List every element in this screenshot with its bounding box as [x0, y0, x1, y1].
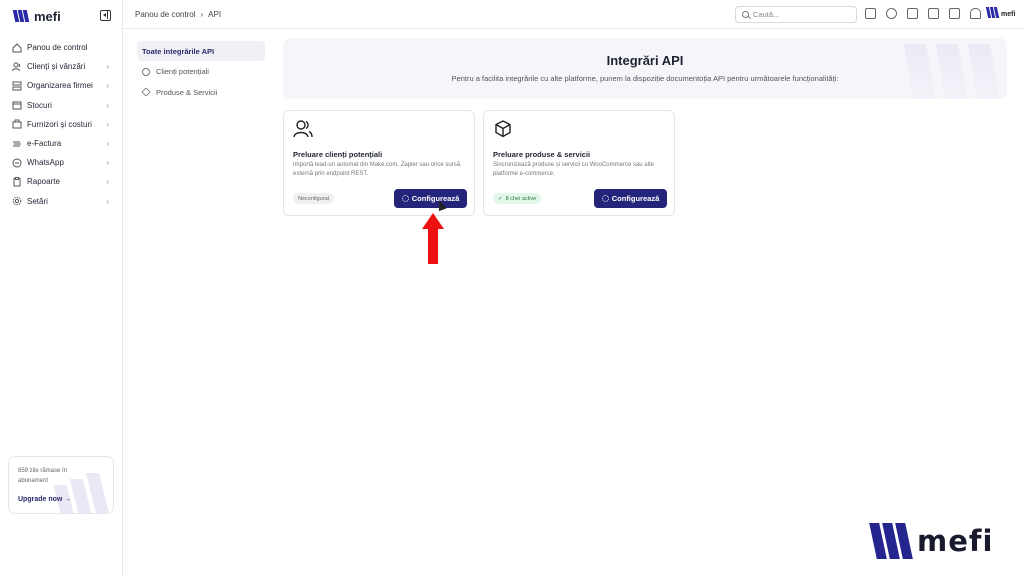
card-title: Preluare produse & servicii	[493, 150, 591, 159]
sidebar-item-organizarea-firmei[interactable]: Organizarea firmei ›	[0, 76, 123, 95]
subnav-item-products[interactable]: Produse & Servicii	[137, 82, 265, 102]
chevron-right-icon: ›	[106, 196, 109, 206]
add-icon[interactable]	[865, 8, 876, 19]
calendar-icon[interactable]	[907, 8, 918, 19]
sidebar-item-label: e-Factura	[27, 139, 62, 149]
house-icon	[12, 42, 22, 53]
chevron-right-icon: ›	[200, 10, 204, 19]
breadcrumb-home[interactable]: Panou de control	[135, 10, 196, 19]
api-subnav: Toate integrările API Clienți potențiali…	[137, 41, 265, 103]
sidebar-item-panou-de-control[interactable]: Panou de control	[0, 38, 123, 57]
cube-icon	[493, 120, 513, 138]
sidebar-nav: Panou de control Clienți și vânzări › Or…	[0, 38, 123, 211]
building-icon	[12, 119, 22, 129]
sidebar-item-e-factura[interactable]: e-Factura ›	[0, 134, 123, 153]
page-title: Integrări API	[606, 53, 684, 68]
red-arrow-annotation	[422, 213, 444, 264]
users-icon	[293, 120, 313, 138]
gear-icon	[12, 196, 22, 206]
sidebar-item-label: Rapoarte	[27, 177, 60, 187]
search-icon	[742, 11, 749, 18]
report-icon	[12, 176, 22, 187]
mefi-logo-icon	[12, 10, 30, 22]
whatsapp-icon	[12, 158, 22, 168]
bell-icon[interactable]	[970, 8, 981, 19]
sidebar-item-label: Clienți și vânzări	[27, 62, 86, 72]
box-icon	[12, 100, 22, 110]
users-icon	[12, 62, 22, 72]
watermark-text: mefi	[917, 524, 994, 558]
arrow-right-icon: →	[64, 496, 72, 503]
subnav-item-leads[interactable]: Clienți potențiali	[137, 62, 265, 82]
search-input[interactable]: Caută...	[735, 6, 857, 23]
header-toolbar	[865, 8, 981, 19]
sidebar-item-whatsapp[interactable]: WhatsApp ›	[0, 153, 123, 172]
chat-icon[interactable]	[949, 8, 960, 19]
account-avatar[interactable]: mefi	[985, 7, 1015, 18]
api-hero-banner: Integrări API Pentru a facilita integrăr…	[283, 38, 1007, 99]
card-description: Importă lead-uri automat din Make.com, Z…	[293, 162, 461, 177]
chevron-right-icon: ›	[106, 81, 109, 91]
sidebar-item-label: WhatsApp	[27, 158, 64, 168]
search-placeholder: Caută...	[753, 10, 780, 19]
configure-products-button[interactable]: Configurează	[594, 189, 667, 208]
subnav-item-all-integrations[interactable]: Toate integrările API	[137, 41, 265, 61]
sidebar-item-rapoarte[interactable]: Rapoarte ›	[0, 172, 123, 191]
page-subtitle: Pentru a facilita integrările cu alte pl…	[451, 74, 839, 83]
sidebar-item-label: Organizarea firmei	[27, 81, 93, 91]
breadcrumb-current: API	[208, 10, 222, 19]
card-description: Sincronizează produse și servicii cu Woo…	[493, 162, 654, 177]
cube-icon	[141, 87, 151, 97]
chevron-right-icon: ›	[106, 177, 109, 187]
brand-name: mefi	[34, 8, 61, 24]
gear-icon	[601, 195, 609, 202]
configure-leads-button[interactable]: Configurează	[394, 189, 467, 208]
brand-logo[interactable]: mefi	[12, 8, 61, 24]
chevron-right-icon: ›	[106, 62, 109, 72]
users-icon	[142, 67, 150, 76]
sidebar-item-furnizori-si-costuri[interactable]: Furnizori și costuri ›	[0, 115, 123, 134]
card-title: Preluare clienți potențiali	[293, 150, 383, 159]
tasks-check-icon[interactable]	[928, 8, 939, 19]
chevron-right-icon: ›	[106, 138, 109, 148]
sidebar-item-label: Stocuri	[27, 100, 52, 110]
sidebar-item-label: Setări	[27, 196, 48, 206]
mefi-logo-icon	[869, 523, 913, 559]
breadcrumb: Panou de control › API	[135, 10, 221, 19]
gear-icon	[401, 195, 409, 202]
sidebar-item-clienti-si-vanzari[interactable]: Clienți și vânzări ›	[0, 57, 123, 76]
status-badge: ✓ 8 chei active	[493, 193, 542, 204]
top-header: Panou de control › API Caută... mefi	[123, 0, 1024, 29]
efactura-icon	[12, 139, 22, 149]
leads-integration-card: Preluare clienți potențiali Importă lead…	[283, 110, 475, 216]
sidebar-item-setari[interactable]: Setări ›	[0, 192, 123, 211]
collapse-sidebar-icon[interactable]	[100, 10, 111, 21]
chevron-right-icon: ›	[106, 100, 109, 110]
chevron-right-icon: ›	[106, 119, 109, 129]
chevron-right-icon: ›	[106, 158, 109, 168]
status-badge: Neconfigurat	[293, 193, 335, 204]
mefi-watermark: mefi	[869, 523, 994, 559]
timer-icon[interactable]	[886, 8, 897, 19]
org-icon	[12, 81, 22, 91]
subscription-days-remaining: 859 zile rămase în abonament	[18, 468, 68, 484]
sidebar: mefi Panou de control Clienți și vânzări…	[0, 0, 123, 576]
sidebar-item-label: Panou de control	[27, 43, 88, 53]
sidebar-item-stocuri[interactable]: Stocuri ›	[0, 96, 123, 115]
sidebar-item-label: Furnizori și costuri	[27, 119, 92, 129]
check-icon: ✓	[498, 195, 503, 202]
upgrade-now-link[interactable]: Upgrade now →	[18, 496, 71, 503]
products-integration-card: Preluare produse & servicii Sincronizeaz…	[483, 110, 675, 216]
subscription-card: 859 zile rămase în abonament Upgrade now…	[8, 456, 114, 514]
